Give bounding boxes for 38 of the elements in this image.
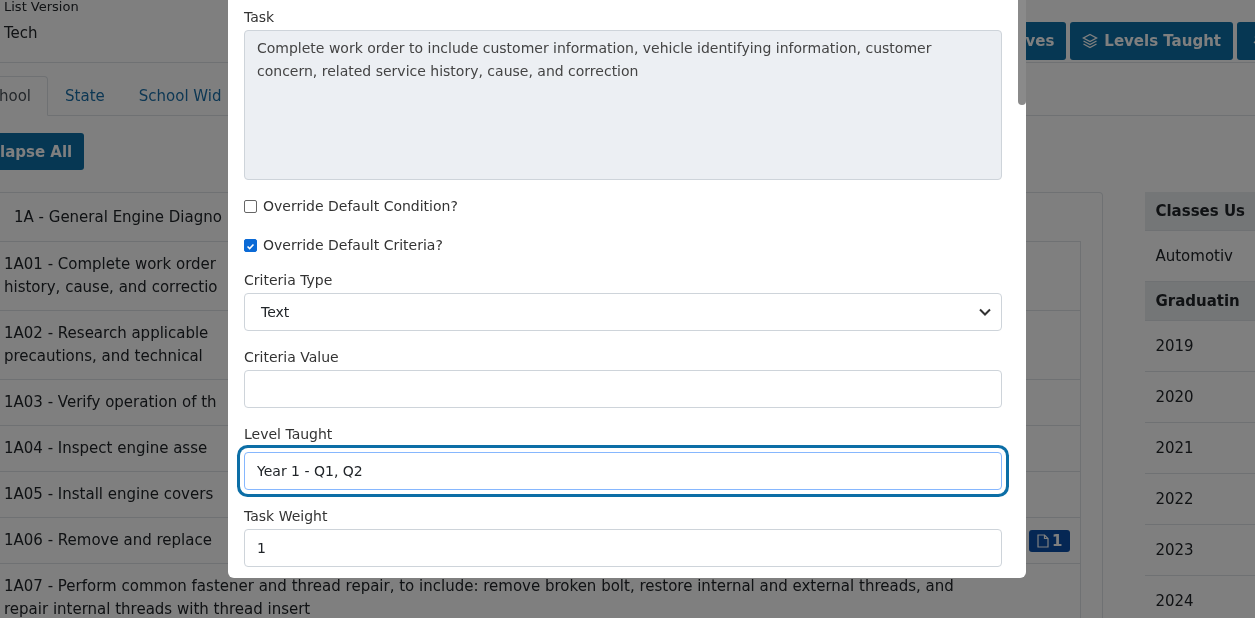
task-text: 1A02 - Research applicable precautions, and technical	[4, 323, 209, 367]
checkbox-label[interactable]: Override Default Criteria?	[263, 237, 443, 253]
table-cell: 2019	[1145, 321, 1255, 372]
checkbox[interactable]	[244, 199, 257, 213]
attachment-badge[interactable]: 1	[1029, 529, 1071, 552]
task-text: 1A03 - Verify operation of th	[4, 392, 217, 413]
criteria-type-select[interactable]: Text	[244, 293, 1002, 331]
file-icon	[1037, 533, 1049, 548]
table-cell: 2024	[1145, 576, 1255, 618]
chevron-down-icon	[979, 308, 991, 316]
task-text: 1A05 - Install engine covers	[4, 484, 214, 505]
scrollbar[interactable]	[1018, 0, 1026, 105]
table-cell: 2020	[1145, 372, 1255, 423]
input-field[interactable]: Year 1 - Q1, Q2	[244, 452, 1002, 490]
table-cell: 2021	[1145, 423, 1255, 474]
collapse-all-button[interactable]: lapse All	[0, 133, 85, 170]
tab[interactable]: hool	[0, 76, 49, 116]
tab[interactable]: State	[48, 76, 122, 116]
field-label: Task Weight	[244, 507, 329, 526]
table-cell: 2023	[1145, 525, 1255, 576]
field-label: List Version	[4, 0, 79, 14]
list-version-select[interactable]: Tech	[4, 14, 79, 43]
levels-taught-button[interactable]: Levels Taught	[1070, 22, 1233, 60]
layers-icon	[1082, 33, 1099, 49]
task-text: 1A06 - Remove and replace	[4, 530, 212, 551]
field-label: Criteria Type	[244, 271, 334, 290]
table-cell: 2022	[1145, 474, 1255, 525]
task-text: 1A04 - Inspect engine asse	[4, 438, 208, 459]
checkbox[interactable]	[244, 238, 257, 252]
table-header: Graduatin	[1145, 282, 1255, 321]
table-header: Classes Us	[1145, 192, 1255, 231]
task-text: 1A01 - Complete work order history, cause, and correctio	[4, 254, 218, 298]
task-text: 1A07 - Perform common fastener and thread repair, to include: remove broken bolt, restore internal and external threads, and repair internal threads with thread insert	[4, 576, 954, 618]
input-field[interactable]: 1	[244, 529, 1002, 567]
field-label: Criteria Value	[244, 348, 340, 367]
checkbox-label[interactable]: Override Default Condition?	[263, 198, 458, 214]
field-label: Level Taught	[244, 425, 334, 444]
field-label: Task	[244, 8, 276, 27]
